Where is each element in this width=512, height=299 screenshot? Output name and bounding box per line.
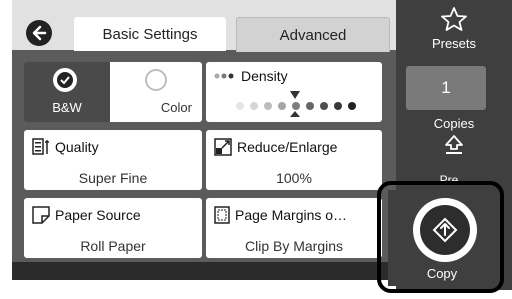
back-icon bbox=[32, 25, 47, 41]
spinner-icon bbox=[144, 68, 168, 92]
paper-source-panel[interactable]: Paper Source Roll Paper bbox=[24, 198, 202, 258]
check-icon bbox=[53, 68, 77, 92]
reduce-enlarge-icon bbox=[214, 138, 232, 156]
printer-screen: Basic Settings Advanced B&W Color Densit… bbox=[0, 0, 512, 293]
density-scale bbox=[236, 91, 356, 117]
paper-source-icon bbox=[32, 206, 50, 224]
star-icon bbox=[441, 7, 467, 31]
quality-panel[interactable]: Quality Super Fine bbox=[24, 130, 202, 190]
page-margins-panel[interactable]: Page Margins o… Clip By Margins bbox=[206, 198, 382, 258]
presets-button[interactable]: Presets bbox=[396, 0, 512, 58]
page-margins-icon bbox=[214, 206, 230, 224]
copy-highlight-frame bbox=[377, 181, 504, 293]
status-bar bbox=[12, 262, 396, 280]
dots-icon bbox=[214, 73, 234, 79]
copies-input[interactable]: 1 bbox=[406, 66, 486, 110]
density-panel[interactable]: Density bbox=[206, 62, 382, 122]
reduce-enlarge-panel[interactable]: Reduce/Enlarge 100% bbox=[206, 130, 382, 190]
copies-label: Copies bbox=[433, 116, 475, 131]
tab-advanced[interactable]: Advanced bbox=[236, 17, 390, 52]
tab-basic-settings[interactable]: Basic Settings bbox=[74, 17, 226, 51]
color-option[interactable]: Color bbox=[110, 62, 202, 122]
home-icon[interactable] bbox=[437, 134, 471, 156]
bw-option[interactable]: B&W bbox=[24, 62, 110, 122]
back-button[interactable] bbox=[26, 20, 52, 46]
quality-icon bbox=[32, 138, 49, 155]
